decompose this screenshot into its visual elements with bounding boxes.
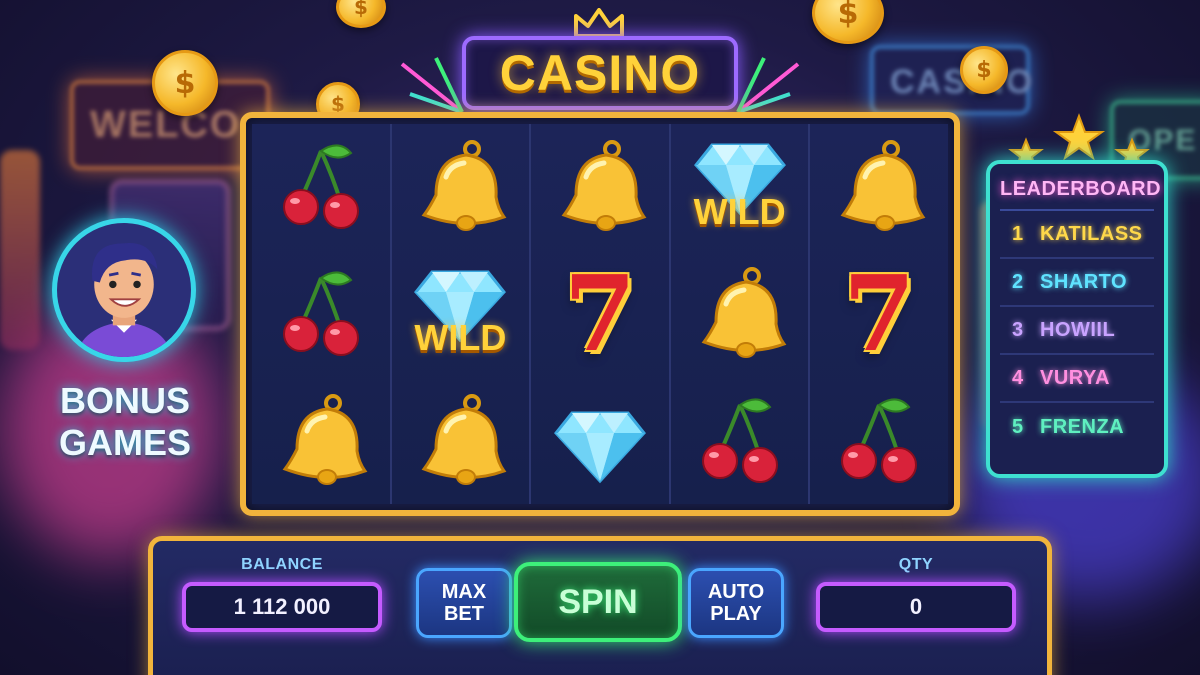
auto-play-button[interactable]: AUTO PLAY [688,568,784,638]
cherry-icon [282,144,359,230]
max-bet-button[interactable]: MAX BET [416,568,512,638]
background-slot-machine-left [0,150,40,350]
leaderboard-row: 3 HOWIIL [1000,307,1154,355]
cherry-icon [841,398,918,483]
reel-column: 7 [531,124,671,504]
leaderboard-row: 1 KATILASS [1000,211,1154,259]
auto-play-line2: PLAY [710,603,762,625]
casino-title: CASINO [499,45,701,101]
reel-column [252,124,392,504]
reel-symbol-cherry [810,377,948,504]
reel-symbol-bell [671,251,809,378]
bonus-games-label[interactable]: BONUS GAMES [40,380,210,464]
cherry-icon [282,271,359,356]
leaderboard-row: 5 FRENZA [1000,403,1154,451]
reel-symbol-seven: 7 [810,251,948,378]
leaderboard-rank: 1 [1012,222,1024,245]
balance-display: 1 112 000 [182,582,382,632]
leaderboard-panel: LEADERBOARD 1 KATILASS 2 SHARTO 3 HOWIIL 4 VURY… [986,160,1168,478]
max-bet-line1: MAX [441,581,487,603]
reel-symbol-bell [810,124,948,251]
reel-column: 7 [810,124,948,504]
balance-label: BALANCE [241,556,323,573]
reel-column: WILD [391,124,532,504]
reel-symbol-bell [531,124,669,251]
leaderboard-row: 4 VURYA [1000,355,1154,403]
auto-play-line1: AUTO [707,581,765,603]
wild-label: WILD [414,317,507,359]
coin-icon: $ [960,46,1008,94]
bell-icon [840,140,926,232]
coin-icon: $ [336,0,386,28]
reel-symbol-seven: 7 [531,251,669,378]
leaderboard-row: 2 SHARTO [1000,259,1154,307]
max-bet-line2: BET [443,603,484,625]
leaderboard-player-name: HOWIIL [1040,318,1116,341]
reel-symbol-bell [392,377,530,504]
leaderboard-player-name: KATILASS [1040,222,1143,245]
coin-icon: $ [152,50,218,116]
background-casino-sign: CASINO [870,45,1032,115]
leaderboard-player-name: SHARTO [1040,270,1128,293]
bell-icon [701,267,786,358]
leaderboard-rank: 3 [1012,318,1024,341]
cherry-icon [701,398,778,483]
leaderboard-player-name: FRENZA [1040,415,1125,438]
reel-symbol-bell [392,124,530,251]
reel-symbol-cherry [671,377,809,504]
reel-column: WILD [670,124,811,504]
bell-icon [421,393,507,485]
reel-symbol-diamond: WILD [671,124,809,251]
reel-symbol-diamond: WILD [392,251,530,378]
bell-icon [421,140,507,232]
leaderboard-rank: 2 [1012,270,1024,293]
seven-symbol: 7 [842,252,916,375]
slot-reels: WILD 7 WILD 7 [240,112,960,516]
player-avatar[interactable] [52,218,196,362]
marquee-neon-rays-right [736,57,800,114]
leaderboard-player-name: VURYA [1040,366,1110,389]
qty-input[interactable]: 0 [816,582,1016,632]
marquee-neon-rays-left [400,57,464,114]
leaderboard-title: LEADERBOARD [1000,178,1161,211]
reel-symbol-diamond [531,377,669,504]
bonus-games-line2: GAMES [58,422,191,463]
reel-symbol-cherry [252,251,390,378]
qty-label: QTY [898,556,934,573]
reel-symbol-cherry [252,124,390,251]
player-face-icon [76,243,172,357]
leaderboard-rank: 5 [1012,415,1024,438]
bell-icon [282,393,368,485]
leaderboard-rank: 4 [1012,366,1024,389]
wild-label: WILD [693,190,786,232]
spin-button[interactable]: SPIN [514,562,682,642]
bell-icon [561,140,647,232]
coin-icon: $ [812,0,884,44]
casino-marquee: CASINO [462,36,738,110]
reel-symbol-bell [252,377,390,504]
bonus-games-line1: BONUS [59,380,190,421]
seven-symbol: 7 [563,252,637,375]
diamond-icon [554,411,646,483]
